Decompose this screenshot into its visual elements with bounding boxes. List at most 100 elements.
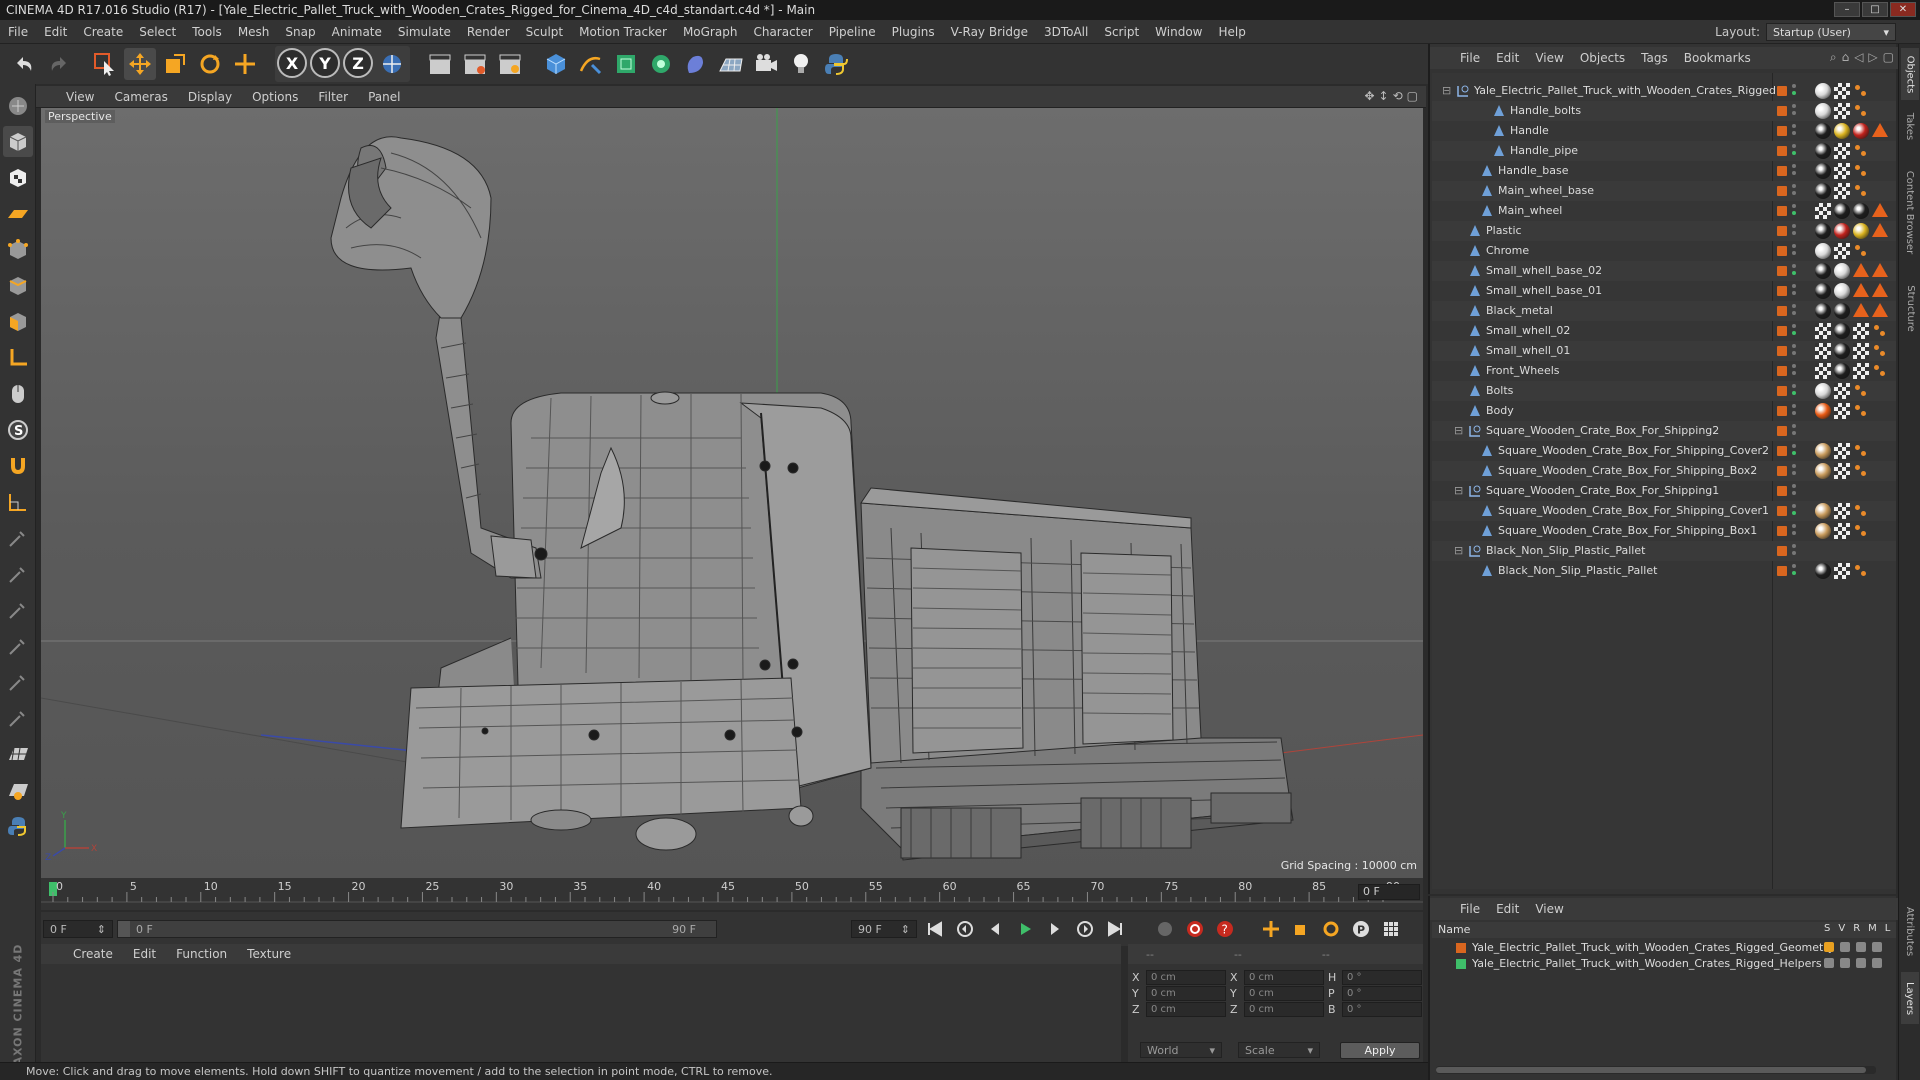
menu-pipeline[interactable]: Pipeline xyxy=(821,25,884,39)
visibility-dots[interactable] xyxy=(1792,484,1798,498)
visibility-dots[interactable] xyxy=(1792,364,1798,378)
pos-z-field[interactable]: 0 cm xyxy=(1146,1002,1226,1017)
material-tag-icon[interactable] xyxy=(1815,303,1831,319)
layer-color-icon[interactable] xyxy=(1777,246,1787,256)
material-tag-icon[interactable] xyxy=(1815,103,1831,119)
selection-tag-icon[interactable] xyxy=(1853,463,1869,479)
viewport-menu-view[interactable]: View xyxy=(56,90,104,104)
go-to-start-button[interactable] xyxy=(923,917,947,941)
floor-button[interactable] xyxy=(715,48,747,80)
object-row[interactable]: Handle_bolts xyxy=(1432,101,1896,121)
texture-tag-icon[interactable] xyxy=(1834,463,1850,479)
axis-z-button[interactable]: Z xyxy=(343,48,373,78)
material-tag-icon[interactable] xyxy=(1853,203,1869,219)
selection-tag-icon[interactable] xyxy=(1853,503,1869,519)
layer-color-icon[interactable] xyxy=(1777,186,1787,196)
menu-script[interactable]: Script xyxy=(1096,25,1147,39)
object-row[interactable]: ⊟ Square_Wooden_Crate_Box_For_Shipping1 xyxy=(1432,481,1896,501)
menu-plugins[interactable]: Plugins xyxy=(884,25,943,39)
warning-triangle-icon[interactable] xyxy=(1853,303,1869,317)
layer-row[interactable]: Yale_Electric_Pallet_Truck_with_Wooden_C… xyxy=(1432,956,1896,971)
lm-horizontal-scrollbar[interactable] xyxy=(1436,1066,1876,1074)
next-key-button[interactable] xyxy=(1073,917,1097,941)
size-mode-dropdown[interactable]: Scale ▾ xyxy=(1238,1042,1320,1058)
deformer-button[interactable] xyxy=(680,48,712,80)
warning-triangle-icon[interactable] xyxy=(1853,283,1869,297)
viewport-menu-cameras[interactable]: Cameras xyxy=(104,90,177,104)
menu-tools[interactable]: Tools xyxy=(184,25,230,39)
visibility-dots[interactable] xyxy=(1792,424,1798,438)
tab-takes[interactable]: Takes xyxy=(1901,104,1919,148)
apply-button[interactable]: Apply xyxy=(1340,1042,1420,1059)
texture-tag-icon[interactable] xyxy=(1834,523,1850,539)
tab-objects[interactable]: Objects xyxy=(1901,48,1919,100)
go-to-end-button[interactable] xyxy=(1103,917,1127,941)
visibility-dots[interactable] xyxy=(1792,144,1798,158)
material-tag-icon[interactable] xyxy=(1815,523,1831,539)
visibility-dots[interactable] xyxy=(1792,344,1798,358)
render-toggle[interactable] xyxy=(1856,958,1866,968)
visibility-dots[interactable] xyxy=(1792,304,1798,318)
menu-motion-tracker[interactable]: Motion Tracker xyxy=(571,25,675,39)
layer-color-icon[interactable] xyxy=(1777,506,1787,516)
object-row[interactable]: ⊟ Yale_Electric_Pallet_Truck_with_Wooden_… xyxy=(1432,81,1896,101)
visibility-dots[interactable] xyxy=(1792,524,1798,538)
layer-color-icon[interactable] xyxy=(1777,326,1787,336)
warning-triangle-icon[interactable] xyxy=(1872,283,1888,297)
om-menu-view[interactable]: View xyxy=(1527,51,1571,65)
menu-mesh[interactable]: Mesh xyxy=(230,25,278,39)
layer-color-swatch[interactable] xyxy=(1456,959,1466,969)
expand-toggle-icon[interactable]: ⊟ xyxy=(1454,424,1463,437)
visibility-dots[interactable] xyxy=(1792,284,1798,298)
material-tag-icon[interactable] xyxy=(1834,363,1850,379)
menu-snap[interactable]: Snap xyxy=(277,25,323,39)
material-tag-icon[interactable] xyxy=(1834,283,1850,299)
layer-color-icon[interactable] xyxy=(1777,366,1787,376)
brush-tool-3[interactable] xyxy=(3,594,33,625)
selection-tag-icon[interactable] xyxy=(1853,383,1869,399)
menu-create[interactable]: Create xyxy=(75,25,131,39)
make-editable-button[interactable] xyxy=(3,90,33,121)
zoom-icon[interactable]: ↕ xyxy=(1379,89,1389,103)
render-picture-viewer-button[interactable] xyxy=(459,48,491,80)
material-tag-icon[interactable] xyxy=(1834,263,1850,279)
tab-structure[interactable]: Structure xyxy=(1901,276,1919,340)
maximize-view-icon[interactable]: ▢ xyxy=(1407,89,1418,103)
scale-tool-button[interactable] xyxy=(159,48,191,80)
selection-tag-icon[interactable] xyxy=(1853,83,1869,99)
brush-tool-4[interactable] xyxy=(3,630,33,661)
layer-color-icon[interactable] xyxy=(1777,566,1787,576)
warning-triangle-icon[interactable] xyxy=(1872,303,1888,317)
viewport-menu-panel[interactable]: Panel xyxy=(358,90,410,104)
object-row[interactable]: Plastic xyxy=(1432,221,1896,241)
camera-button[interactable] xyxy=(750,48,782,80)
object-row[interactable]: Black_metal xyxy=(1432,301,1896,321)
layer-color-icon[interactable] xyxy=(1777,486,1787,496)
material-menu-texture[interactable]: Texture xyxy=(237,947,301,961)
grid-snap-button[interactable] xyxy=(3,738,33,769)
material-menu-function[interactable]: Function xyxy=(166,947,237,961)
texture-tag-icon[interactable] xyxy=(1834,503,1850,519)
visibility-dots[interactable] xyxy=(1792,444,1798,458)
selection-tag-icon[interactable] xyxy=(1853,243,1869,259)
object-row[interactable]: Square_Wooden_Crate_Box_For_Shipping_Cov… xyxy=(1432,441,1896,461)
menu-help[interactable]: Help xyxy=(1210,25,1253,39)
autokey-button[interactable] xyxy=(1183,917,1207,941)
layer-color-icon[interactable] xyxy=(1777,346,1787,356)
object-row[interactable]: Handle xyxy=(1432,121,1896,141)
record-keyframes-button[interactable] xyxy=(1153,917,1177,941)
render-toggle[interactable] xyxy=(1856,942,1866,952)
material-tag-icon[interactable] xyxy=(1815,443,1831,459)
texture-tag-icon[interactable] xyxy=(1853,343,1869,359)
selection-tag-icon[interactable] xyxy=(1853,523,1869,539)
rot-p-field[interactable]: 0 ° xyxy=(1342,986,1422,1001)
undo-button[interactable] xyxy=(8,48,40,80)
end-frame-field[interactable]: 90 F ⇕ xyxy=(851,920,917,938)
lm-menu-edit[interactable]: Edit xyxy=(1488,902,1527,916)
selection-tag-icon[interactable] xyxy=(1853,103,1869,119)
timeline-ruler[interactable]: 051015202530354045505560657075808590 xyxy=(41,878,1423,910)
warning-triangle-icon[interactable] xyxy=(1853,263,1869,277)
visibility-dots[interactable] xyxy=(1792,164,1798,178)
layer-color-icon[interactable] xyxy=(1777,266,1787,276)
texture-tag-icon[interactable] xyxy=(1834,563,1850,579)
